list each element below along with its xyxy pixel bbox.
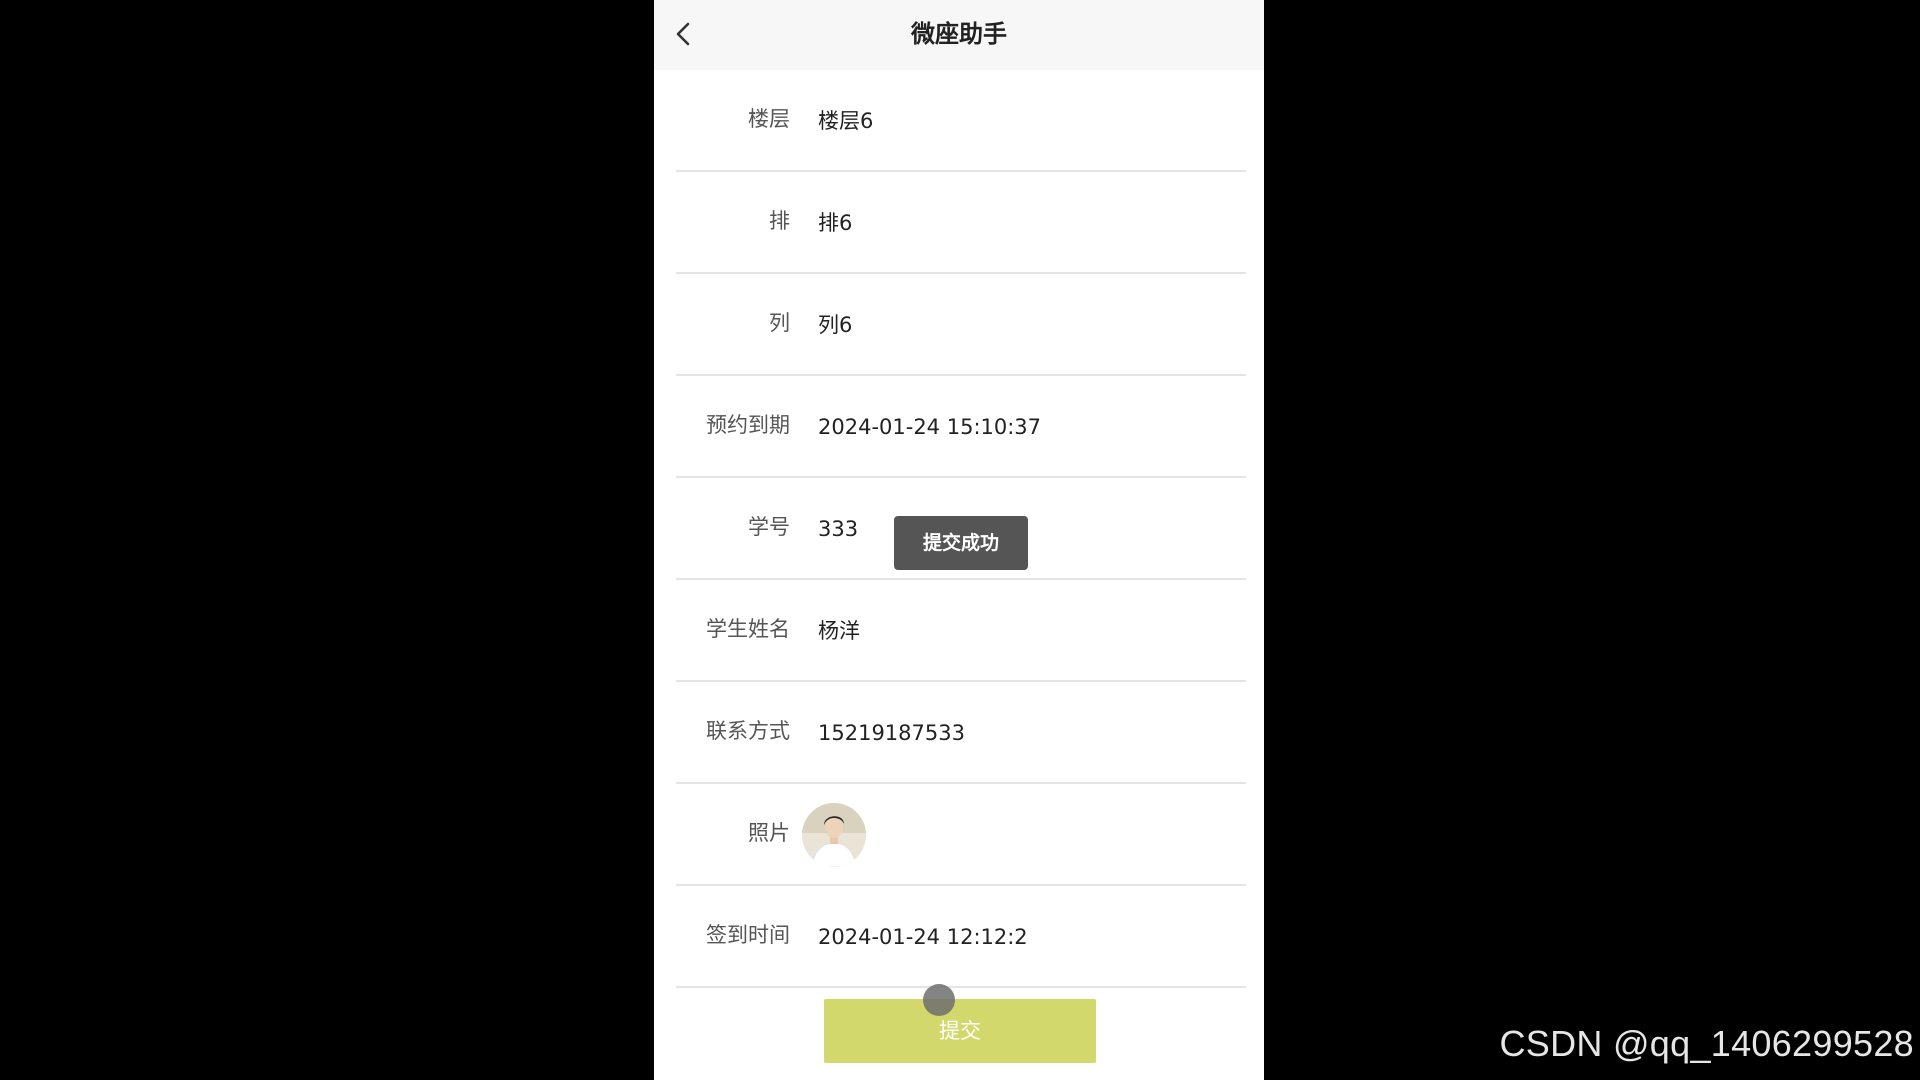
field-label: 照片 xyxy=(748,821,790,845)
form-row-row: 排 排6 xyxy=(676,172,1246,274)
page-title: 微座助手 xyxy=(911,20,1007,48)
student-id-value: 333 xyxy=(818,517,859,541)
form-row-floor: 楼层 楼层6 xyxy=(676,70,1246,172)
floor-value: 楼层6 xyxy=(818,109,874,133)
screen: 微座助手 楼层 楼层6 排 排6 列 列6 预约到期 2024-01-24 15… xyxy=(0,0,1920,1080)
form-row-contact: 联系方式 15219187533 xyxy=(676,682,1246,784)
form-row-checkin-time: 签到时间 2024-01-24 12:12:2 xyxy=(676,886,1246,988)
column-value: 列6 xyxy=(818,313,853,337)
navbar: 微座助手 xyxy=(654,0,1264,70)
watermark: CSDN @qq_1406299528 xyxy=(1499,1023,1914,1064)
person-photo xyxy=(802,803,866,867)
field-label: 学生姓名 xyxy=(706,617,790,641)
row-value: 排6 xyxy=(818,211,853,235)
form-row-photo: 照片 xyxy=(676,784,1246,886)
contact-value: 15219187533 xyxy=(818,721,965,745)
field-label: 联系方式 xyxy=(706,719,790,743)
form-row-student-name: 学生姓名 杨洋 xyxy=(676,580,1246,682)
form-row-expiry: 预约到期 2024-01-24 15:10:37 xyxy=(676,376,1246,478)
field-label: 签到时间 xyxy=(706,923,790,947)
submit-button[interactable]: 提交 xyxy=(824,999,1096,1063)
phone-screen: 微座助手 楼层 楼层6 排 排6 列 列6 预约到期 2024-01-24 15… xyxy=(654,0,1264,1080)
field-label: 学号 xyxy=(748,515,790,539)
field-label: 排 xyxy=(769,209,790,233)
back-button[interactable] xyxy=(670,18,700,50)
expiry-value: 2024-01-24 15:10:37 xyxy=(818,415,1042,439)
checkin-time-value: 2024-01-24 12:12:2 xyxy=(818,925,1028,949)
toast-message: 提交成功 xyxy=(894,516,1028,570)
field-label: 预约到期 xyxy=(706,413,790,437)
chevron-left-icon xyxy=(676,22,690,46)
form-row-column: 列 列6 xyxy=(676,274,1246,376)
field-label: 楼层 xyxy=(748,107,790,131)
field-label: 列 xyxy=(769,311,790,335)
student-name-value: 杨洋 xyxy=(818,619,860,643)
touch-indicator xyxy=(923,984,955,1016)
avatar[interactable] xyxy=(802,803,866,867)
